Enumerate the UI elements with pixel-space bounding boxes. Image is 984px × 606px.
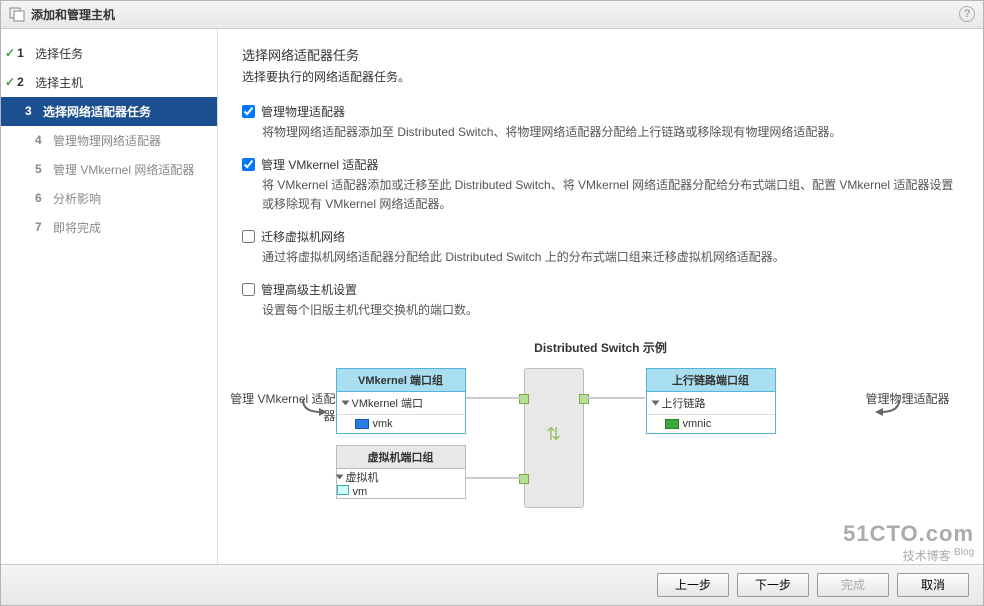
step-select-hosts[interactable]: ✓ 2 选择主机: [1, 68, 217, 97]
main-panel: 选择网络适配器任务 选择要执行的网络适配器任务。 管理物理适配器 将物理网络适配…: [218, 29, 983, 564]
step-select-adapter-tasks[interactable]: 3 选择网络适配器任务: [1, 97, 217, 126]
dialog-title: 添加和管理主机: [31, 6, 959, 23]
wizard-sidebar: ✓ 1 选择任务 ✓ 2 选择主机 3 选择网络适配器任务 4 管理物理网络适配…: [1, 29, 218, 564]
vmkernel-portgroup-box: VMkernel 端口组 VMkernel 端口 vmk: [336, 368, 466, 434]
box-header: 虚拟机端口组: [337, 446, 465, 469]
titlebar: 添加和管理主机 ?: [1, 1, 983, 29]
connector-line: [466, 477, 522, 479]
back-button[interactable]: 上一步: [657, 573, 729, 597]
checkbox-manage-physical[interactable]: [242, 105, 255, 118]
check-icon: ✓: [5, 75, 15, 89]
option-desc: 通过将虚拟机网络适配器分配给此 Distributed Switch 上的分布式…: [262, 248, 959, 267]
box-item: vm: [337, 485, 465, 498]
box-row: VMkernel 端口: [337, 392, 465, 415]
cancel-button[interactable]: 取消: [897, 573, 969, 597]
option-label: 管理物理适配器: [261, 103, 345, 120]
box-row: 虚拟机: [337, 469, 465, 485]
option-label: 迁移虚拟机网络: [261, 228, 345, 245]
connector-line: [585, 397, 645, 399]
step-manage-vmkernel: 5 管理 VMkernel 网络适配器: [1, 155, 217, 184]
option-desc: 将 VMkernel 适配器添加或迁移至此 Distributed Switch…: [262, 176, 959, 214]
switch-port-icon: [519, 394, 529, 404]
box-row: 上行链路: [647, 392, 775, 415]
uplink-portgroup-box: 上行链路端口组 上行链路 vmnic: [646, 368, 776, 434]
dialog-footer: 上一步 下一步 完成 取消: [1, 564, 983, 605]
box-header: 上行链路端口组: [647, 369, 775, 392]
page-subtitle: 选择要执行的网络适配器任务。: [242, 68, 959, 85]
checkbox-migrate-vm-network[interactable]: [242, 230, 255, 243]
arrow-right-icon: [871, 398, 901, 418]
checkbox-advanced-host-settings[interactable]: [242, 283, 255, 296]
step-select-task[interactable]: ✓ 1 选择任务: [1, 39, 217, 68]
option-label: 管理高级主机设置: [261, 281, 357, 298]
vmnic-icon: [665, 419, 679, 429]
dialog-body: ✓ 1 选择任务 ✓ 2 选择主机 3 选择网络适配器任务 4 管理物理网络适配…: [1, 29, 983, 564]
page-title: 选择网络适配器任务: [242, 45, 959, 64]
option-manage-vmkernel: 管理 VMkernel 适配器 将 VMkernel 适配器添加或迁移至此 Di…: [242, 156, 959, 214]
option-migrate-vm-network: 迁移虚拟机网络 通过将虚拟机网络适配器分配给此 Distributed Swit…: [242, 228, 959, 267]
option-manage-physical: 管理物理适配器 将物理网络适配器添加至 Distributed Switch、将…: [242, 103, 959, 142]
finish-button: 完成: [817, 573, 889, 597]
diagram-title: Distributed Switch 示例: [242, 339, 959, 356]
hosts-icon: [9, 6, 25, 22]
step-analyze-impact: 6 分析影响: [1, 184, 217, 213]
vm-portgroup-box: 虚拟机端口组 虚拟机 vm: [336, 445, 466, 499]
vm-icon: [337, 485, 349, 495]
option-desc: 设置每个旧版主机代理交换机的端口数。: [262, 301, 959, 320]
bidirectional-arrows-icon: ⇅: [546, 424, 561, 445]
switch-body: ⇅: [524, 368, 584, 508]
step-manage-physical: 4 管理物理网络适配器: [1, 126, 217, 155]
box-header: VMkernel 端口组: [337, 369, 465, 392]
box-item: vmk: [337, 415, 465, 433]
triangle-icon: [335, 474, 343, 479]
box-item: vmnic: [647, 415, 775, 433]
switch-port-icon: [519, 474, 529, 484]
option-advanced-host-settings: 管理高级主机设置 设置每个旧版主机代理交换机的端口数。: [242, 281, 959, 320]
vmk-nic-icon: [355, 419, 369, 429]
help-icon[interactable]: ?: [959, 6, 975, 22]
arrow-left-icon: [301, 398, 331, 418]
checkbox-manage-vmkernel[interactable]: [242, 158, 255, 171]
step-ready-complete: 7 即将完成: [1, 213, 217, 242]
triangle-icon: [651, 400, 659, 405]
triangle-icon: [341, 400, 349, 405]
switch-port-icon: [579, 394, 589, 404]
option-label: 管理 VMkernel 适配器: [261, 156, 378, 173]
dialog-add-manage-hosts: 添加和管理主机 ? ✓ 1 选择任务 ✓ 2 选择主机 3 选择网络适配器任务 …: [0, 0, 984, 606]
connector-line: [466, 397, 522, 399]
option-desc: 将物理网络适配器添加至 Distributed Switch、将物理网络适配器分…: [262, 123, 959, 142]
dvswitch-diagram: 管理 VMkernel 适配器 管理物理适配器 VMkernel 端口组 VMk…: [321, 368, 881, 548]
next-button[interactable]: 下一步: [737, 573, 809, 597]
check-icon: ✓: [5, 46, 15, 60]
